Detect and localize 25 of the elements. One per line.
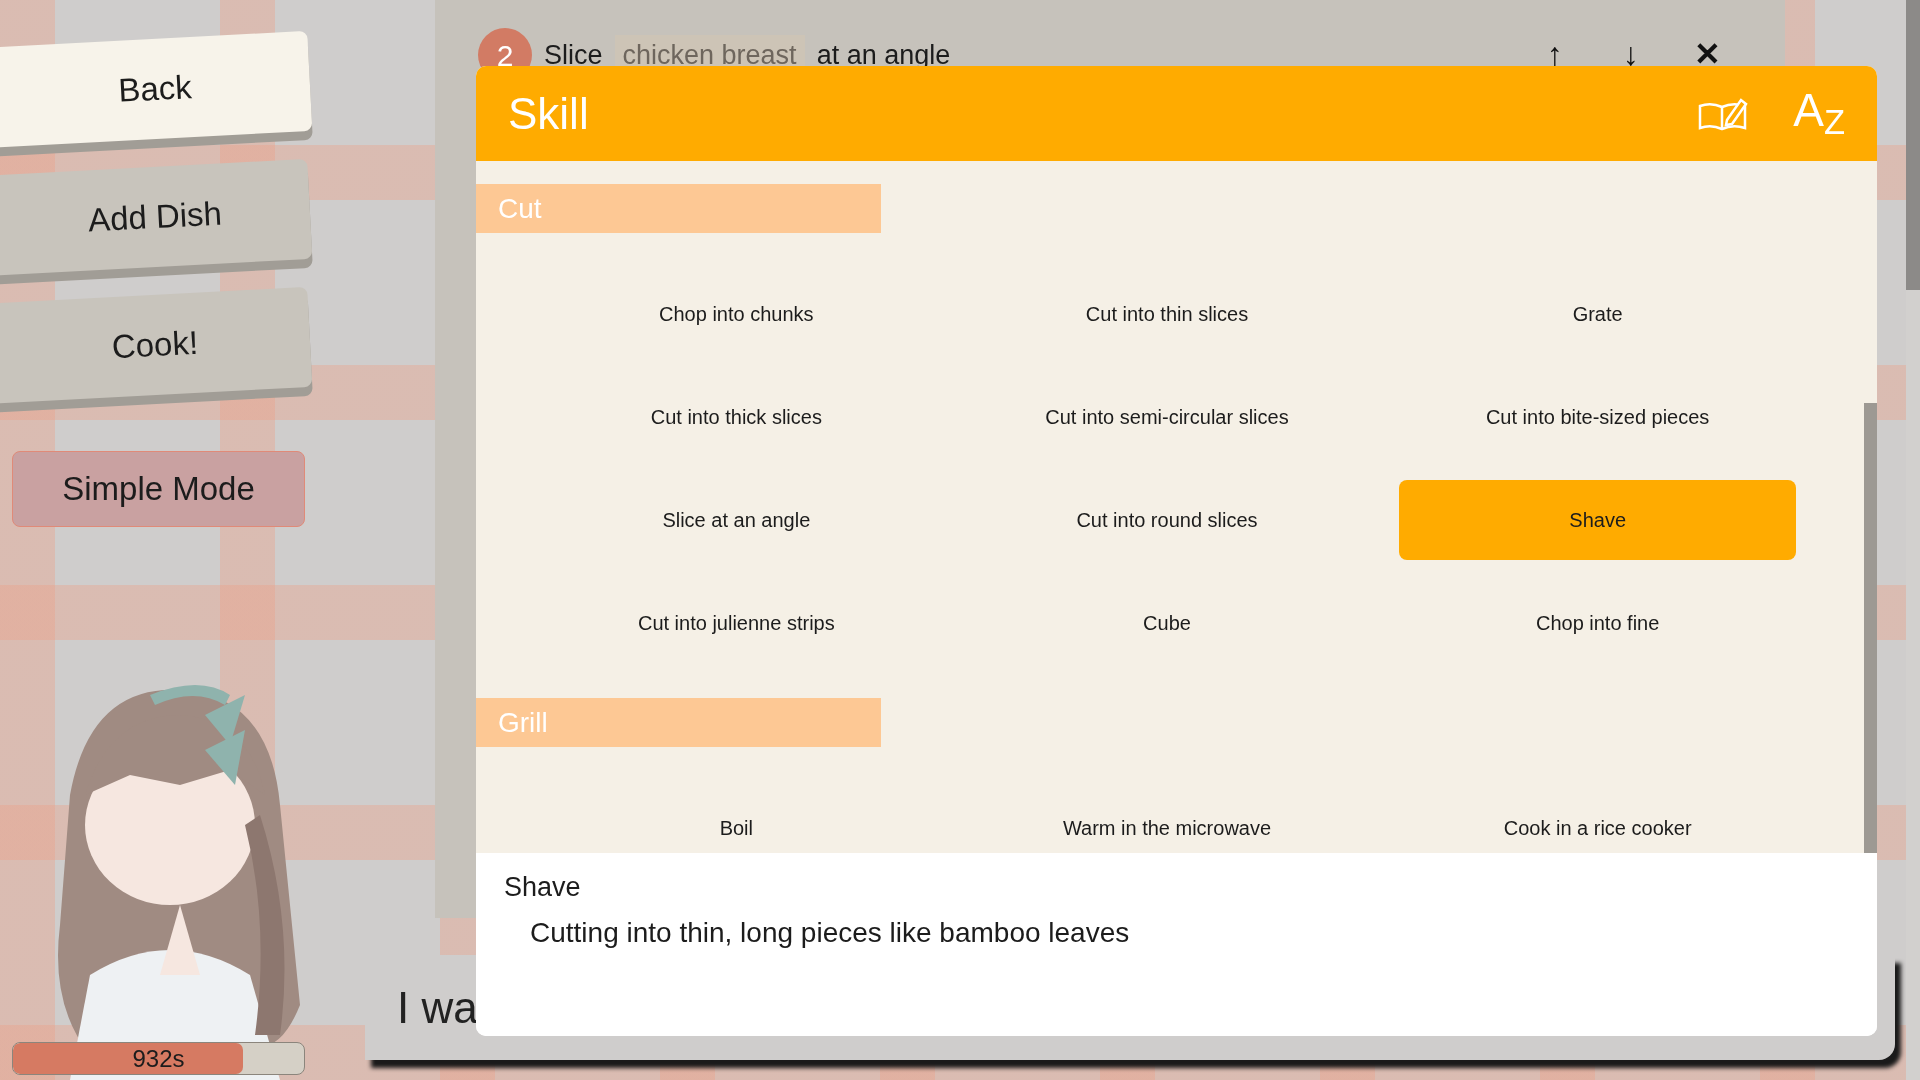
skill-option[interactable]: Cut into bite-sized pieces — [1399, 376, 1796, 457]
skill-option[interactable]: Cube — [968, 582, 1366, 663]
scrollbar-thumb[interactable] — [1906, 0, 1920, 290]
skill-option[interactable]: Warm in the microwave — [968, 787, 1366, 868]
description-text: Cutting into thin, long pieces like bamboo leaves — [529, 915, 1131, 950]
skill-option[interactable]: Slice at an angle — [538, 479, 935, 560]
skill-option[interactable]: Grate — [1399, 273, 1796, 354]
dialogue-text: I wa — [397, 981, 478, 1034]
skill-option[interactable]: Boil — [538, 787, 935, 868]
simple-mode-button[interactable]: Simple Mode — [12, 451, 305, 527]
step-text: Slice — [544, 38, 603, 72]
category-header: Cut — [476, 184, 881, 233]
skill-option[interactable]: Cut into julienne strips — [538, 582, 935, 663]
skill-option[interactable]: Cut into thick slices — [538, 376, 935, 457]
skill-option[interactable]: Cut into thin slices — [968, 273, 1366, 354]
skill-option[interactable]: Cut into semi-circular slices — [968, 376, 1366, 457]
skill-option[interactable]: Chop into chunks — [538, 273, 935, 354]
skill-option[interactable]: Chop into fine — [1399, 582, 1796, 663]
skill-option[interactable]: Cook in a rice cooker — [1399, 787, 1796, 868]
skill-option[interactable]: Shave — [1399, 479, 1796, 560]
category-header: Grill — [476, 698, 881, 747]
timer-label: 932s — [131, 1043, 186, 1074]
dialog-title: Skill — [508, 87, 589, 140]
skill-option[interactable]: Cut into round slices — [968, 479, 1366, 560]
description-title: Shave — [504, 871, 582, 904]
